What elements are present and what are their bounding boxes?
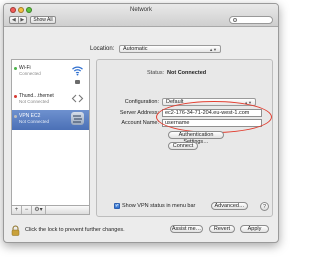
status-dot-gray <box>14 115 17 118</box>
arrows-icon <box>71 92 84 105</box>
wifi-icon <box>71 64 84 77</box>
search-icon <box>233 18 237 22</box>
location-value: Automatic <box>123 46 148 52</box>
help-button[interactable]: ? <box>260 202 269 211</box>
service-state: Connected <box>19 71 41 76</box>
forward-button[interactable]: ▶ <box>17 17 27 23</box>
network-preferences-window: Network ◀ ▶ Show All Location: Automatic… <box>3 3 279 243</box>
back-button[interactable]: ◀ <box>10 17 18 23</box>
service-state: Not Connected <box>19 99 50 104</box>
service-item-vpn-ec2[interactable]: VPN EC2 Not Connected <box>12 110 89 130</box>
location-select[interactable]: Automatic ▲▼ <box>119 45 221 53</box>
lock-badge-icon <box>71 79 84 85</box>
window-title: Network <box>129 7 152 13</box>
service-list: Wi-Fi Connected Thund…thernet Not Connec… <box>11 59 90 206</box>
back-forward-buttons: ◀ ▶ <box>9 16 27 24</box>
lock-icon[interactable] <box>11 225 20 236</box>
lock-text: Click the lock to prevent further change… <box>25 227 125 233</box>
revert-button[interactable]: Revert <box>209 225 235 233</box>
bottom-bar: Click the lock to prevent further change… <box>4 221 278 242</box>
status-dot-red <box>14 95 17 98</box>
vpn-menu-bar-label: Show VPN status in menu bar <box>122 203 196 209</box>
authentication-settings-button[interactable]: Authentication Settings… <box>168 131 224 145</box>
service-item-wifi[interactable]: Wi-Fi Connected <box>12 62 89 85</box>
vpn-menu-bar-option[interactable]: ✓ Show VPN status in menu bar <box>114 202 274 211</box>
location-row: Location: Automatic ▲▼ <box>4 45 278 54</box>
vpn-detail-panel: Status: Not Connected Configuration: Def… <box>96 59 273 217</box>
status-dot-green <box>14 67 17 70</box>
highlight-annotation <box>156 101 272 133</box>
configuration-label: Configuration: <box>124 99 159 105</box>
account-name-label: Account Name: <box>121 120 159 126</box>
apply-button[interactable]: Apply <box>240 225 269 233</box>
advanced-button[interactable]: Advanced… <box>211 202 248 210</box>
show-all-button[interactable]: Show All <box>30 16 56 24</box>
service-list-toolbar: + − ⚙▾ <box>11 206 90 215</box>
status-label: Status: <box>147 70 165 76</box>
status-value: Not Connected <box>167 70 207 76</box>
title-bar: Network ◀ ▶ Show All <box>4 4 278 27</box>
service-item-thunderbolt-ethernet[interactable]: Thund…thernet Not Connected <box>12 90 89 110</box>
add-service-button[interactable]: + <box>12 206 22 214</box>
search-input[interactable] <box>229 16 273 24</box>
popup-arrows-icon: ▲▼ <box>209 47 217 52</box>
connect-button[interactable]: Connect <box>168 142 198 150</box>
assist-me-button[interactable]: Assist me… <box>170 225 203 233</box>
server-address-label: Server Address: <box>119 110 159 116</box>
location-label: Location: <box>90 46 115 52</box>
vpn-menu-bar-checkbox[interactable]: ✓ <box>114 203 120 209</box>
vpn-icon <box>71 112 84 125</box>
remove-service-button[interactable]: − <box>22 206 32 214</box>
service-state: Not Connected <box>19 119 50 124</box>
service-actions-gear-button[interactable]: ⚙▾ <box>32 206 46 214</box>
